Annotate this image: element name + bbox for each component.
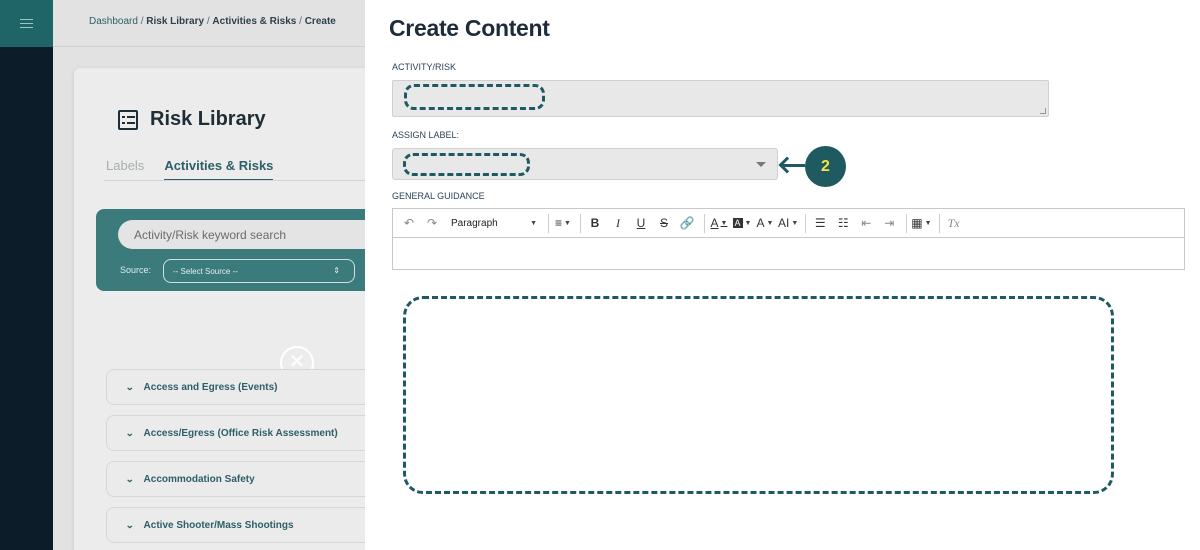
assign-label-label: ASSIGN LABEL: <box>392 130 460 140</box>
breadcrumb-create: Create <box>304 16 336 27</box>
tab-labels[interactable]: Labels <box>106 158 144 181</box>
redo-icon[interactable]: ↷ <box>422 213 442 233</box>
checklist-icon <box>118 109 138 130</box>
undo-icon[interactable]: ↶ <box>399 213 419 233</box>
panel-title: Create Content <box>389 15 550 41</box>
breadcrumb-dashboard[interactable]: Dashboard <box>89 16 138 27</box>
italic-button[interactable]: I <box>608 213 628 233</box>
breadcrumb-activities[interactable]: Activities & Risks <box>212 16 296 27</box>
arrow-left-icon <box>783 164 805 167</box>
font-size-button[interactable]: A ▼ <box>755 213 775 233</box>
bold-button[interactable]: B <box>585 213 605 233</box>
app-sidebar <box>0 0 53 550</box>
clear-format-button[interactable]: Tx <box>944 213 964 233</box>
divider <box>53 46 365 47</box>
guidance-editor-area[interactable] <box>393 238 1184 270</box>
indent-icon[interactable]: ⇥ <box>879 213 899 233</box>
general-guidance-label: GENERAL GUIDANCE <box>392 191 485 201</box>
keyword-search-input[interactable]: Activity/Risk keyword search <box>118 220 365 249</box>
caret-down-icon <box>756 162 766 167</box>
underline-button[interactable]: U <box>631 213 651 233</box>
chevron-down-icon: ⌄ <box>125 428 135 438</box>
list-item[interactable]: ⌄ Active Shooter/Mass Shootings <box>106 507 365 543</box>
hamburger-menu-icon <box>20 19 33 28</box>
step-badge: 2 <box>805 146 846 187</box>
page-title: Risk Library <box>118 108 266 131</box>
align-icon[interactable]: ≡ ▼ <box>553 213 573 233</box>
highlight-assign-label <box>403 153 530 176</box>
numbered-list-icon[interactable]: ☷ <box>833 213 853 233</box>
tabs-divider <box>104 180 365 181</box>
outdent-icon[interactable]: ⇤ <box>856 213 876 233</box>
library-tabs: Labels Activities & Risks <box>106 158 274 181</box>
chevron-down-icon: ⌄ <box>125 520 135 530</box>
highlight-empty-area <box>403 296 1114 494</box>
highlight-color-button[interactable]: A ▼ <box>732 213 752 233</box>
tab-activities-risks[interactable]: Activities & Risks <box>164 158 274 181</box>
strikethrough-button[interactable]: S <box>654 213 674 233</box>
search-panel: Activity/Risk keyword search Source: -- … <box>96 209 365 291</box>
link-icon[interactable]: 🔗 <box>677 213 697 233</box>
breadcrumb-risk-library[interactable]: Risk Library <box>146 16 204 27</box>
block-format-select[interactable]: Paragraph ▼ <box>445 213 541 233</box>
source-select[interactable]: -- Select Source -- ⇕ <box>163 259 355 283</box>
background-page: Dashboard / Risk Library / Activities & … <box>53 0 365 550</box>
source-label: Source: <box>120 265 152 275</box>
activity-risk-label: ACTIVITY/RISK <box>392 62 457 72</box>
text-size-button[interactable]: AI ▼ <box>778 213 798 233</box>
chevron-down-icon: ▼ <box>530 219 537 227</box>
editor-toolbar: ↶ ↷ Paragraph ▼ ≡ ▼ B I U S 🔗 A ▼ A ▼ A ▼ AI ▼… <box>393 209 1184 238</box>
select-arrows-icon: ⇕ <box>333 266 340 275</box>
create-content-panel: Create Content ACTIVITY/RISK ASSIGN LABE… <box>365 0 1200 550</box>
chevron-down-icon: ⌄ <box>125 474 135 484</box>
risk-library-title: Risk Library <box>150 108 266 130</box>
list-item[interactable]: ⌄ Access and Egress (Events) <box>106 369 365 405</box>
list-item[interactable]: ⌄ Accommodation Safety <box>106 461 365 497</box>
list-item[interactable]: ⌄ Access/Egress (Office Risk Assessment) <box>106 415 365 451</box>
bullet-list-icon[interactable]: ☰ <box>810 213 830 233</box>
font-color-button[interactable]: A ▼ <box>709 213 729 233</box>
rich-text-editor: ↶ ↷ Paragraph ▼ ≡ ▼ B I U S 🔗 A ▼ A ▼ A ▼ AI ▼… <box>392 208 1185 270</box>
table-icon[interactable]: ▦ ▼ <box>911 213 931 233</box>
resize-handle-icon[interactable] <box>1040 108 1046 114</box>
menu-button[interactable] <box>0 0 53 47</box>
chevron-down-icon: ⌄ <box>125 382 135 392</box>
highlight-activity-input <box>404 84 545 110</box>
breadcrumb: Dashboard / Risk Library / Activities & … <box>89 16 336 27</box>
